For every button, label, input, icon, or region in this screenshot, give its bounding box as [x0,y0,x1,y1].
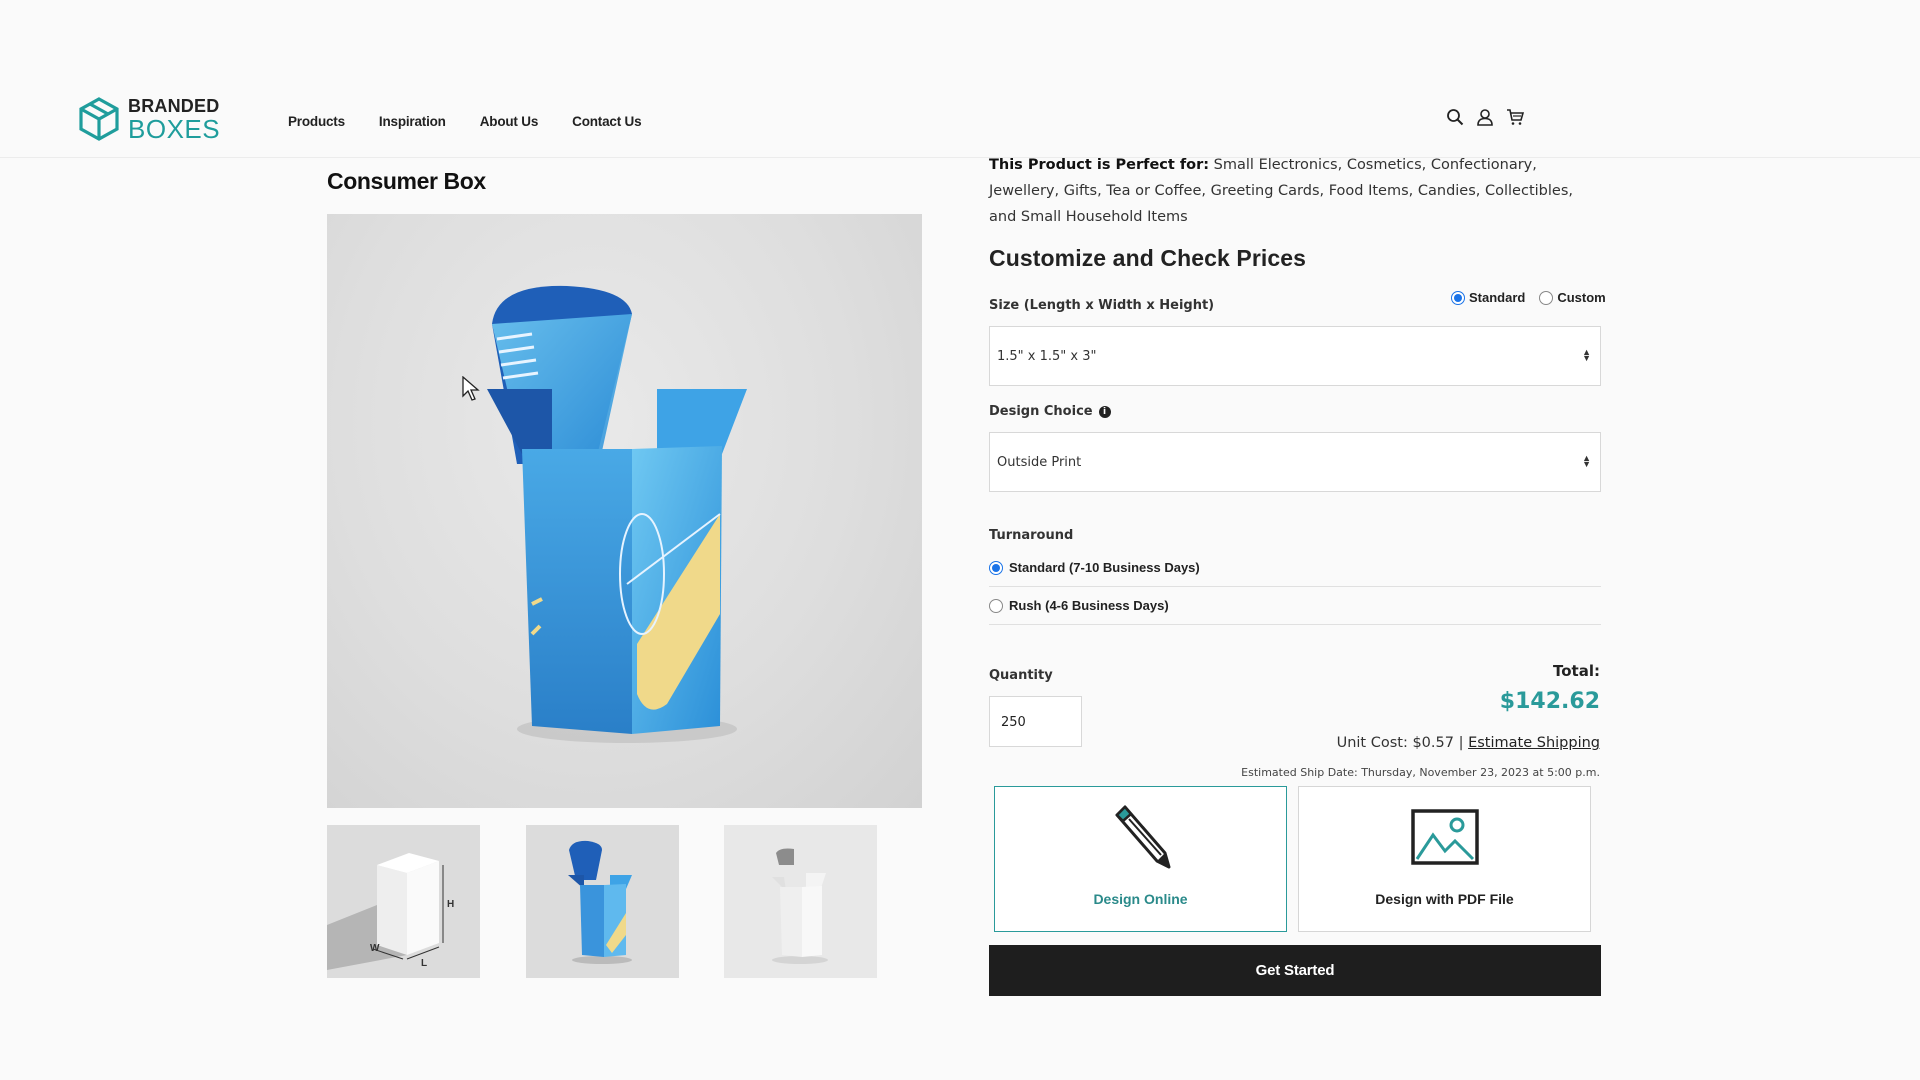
size-custom-label[interactable]: Custom [1557,290,1605,305]
size-custom-radio[interactable] [1539,290,1554,305]
quantity-input[interactable]: 250 [989,696,1082,747]
size-label: Size (Length x Width x Height) [989,298,1215,313]
info-icon[interactable]: i [1098,406,1111,418]
size-select[interactable]: 1.5" x 1.5" x 3" ▲ ▼ [989,326,1601,386]
nav-about-us[interactable]: About Us [480,114,539,129]
brand-line2: BOXES [128,113,221,144]
product-title: Consumer Box [327,168,486,194]
perfect-for-label: This Product is Perfect for: [989,157,1210,173]
thumb-label-h: H [447,899,454,910]
image-file-icon [1411,809,1479,865]
design-online-label: Design Online [1093,891,1188,907]
search-icon[interactable] [1446,108,1464,126]
unit-cost-row: Unit Cost: $0.57 | Estimate Shipping [1337,735,1600,751]
cart-icon[interactable] [1506,108,1525,126]
pencil-icon [1115,805,1171,869]
box-logo-icon [79,97,119,141]
nav-products[interactable]: Products [288,114,345,129]
header-actions [1446,108,1525,126]
main-product-image [327,214,922,808]
thumb-label-l: L [421,958,427,969]
turnaround-rush-radio[interactable] [989,598,1003,613]
size-standard-radio[interactable] [1451,290,1465,305]
mouse-cursor-icon [462,376,480,401]
select-arrows-icon: ▲ ▼ [1582,347,1591,363]
thumbnail-printed-box[interactable] [526,825,679,978]
design-pdf-card[interactable]: Design with PDF File [1298,786,1591,932]
unit-cost: Unit Cost: $0.57 | [1336,735,1464,751]
size-type-options: Standard Custom [1451,290,1606,305]
main-nav: Products Inspiration About Us Contact Us [288,114,642,129]
quantity-label: Quantity [989,668,1053,683]
turnaround-option-standard[interactable]: Standard (7-10 Business Days) [989,549,1601,587]
nav-inspiration[interactable]: Inspiration [379,114,446,129]
estimated-ship-date: Estimated Ship Date: Thursday, November … [1241,766,1600,779]
nav-contact-us[interactable]: Contact Us [572,114,641,129]
turnaround-label: Turnaround [989,528,1074,543]
total-price: $142.62 [1499,689,1600,714]
select-arrows-icon: ▲ ▼ [1582,453,1591,469]
design-choice-value: Outside Print [997,455,1082,470]
design-choice-select[interactable]: Outside Print ▲ ▼ [989,432,1601,492]
thumbnail-blank-box[interactable]: H W L [327,825,480,978]
perfect-for-text: This Product is Perfect for: Small Elect… [989,152,1601,230]
size-standard-label[interactable]: Standard [1469,290,1525,305]
thumb-label-w: W [370,943,380,954]
turnaround-option-rush[interactable]: Rush (4-6 Business Days) [989,587,1601,625]
customize-heading: Customize and Check Prices [989,245,1307,271]
turnaround-rush-label[interactable]: Rush (4-6 Business Days) [1009,598,1169,613]
turnaround-standard-label[interactable]: Standard (7-10 Business Days) [1009,560,1200,575]
brand-line1: BRANDED [128,95,220,116]
thumbnail-white-open-box[interactable] [724,825,877,978]
design-choice-label-wrap: Design Choice i [989,404,1111,419]
brand-logo[interactable]: BRANDED BOXES [78,94,238,144]
design-online-card[interactable]: Design Online [994,786,1287,932]
site-header: BRANDED BOXES Products Inspiration About… [0,88,1920,158]
design-pdf-label: Design with PDF File [1375,891,1514,907]
user-icon[interactable] [1476,108,1494,126]
size-select-value: 1.5" x 1.5" x 3" [997,349,1097,364]
design-choice-label: Design Choice [989,404,1093,419]
total-label: Total: [1553,662,1600,680]
estimate-shipping-link[interactable]: Estimate Shipping [1468,735,1600,751]
turnaround-standard-radio[interactable] [989,560,1003,575]
get-started-button[interactable]: Get Started [989,945,1601,996]
